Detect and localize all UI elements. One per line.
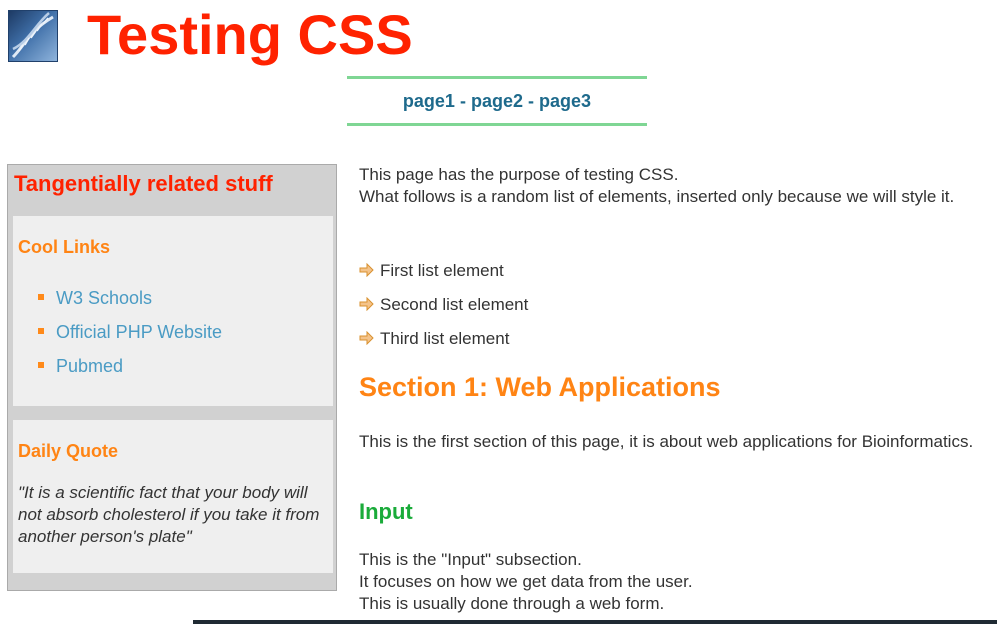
cool-links-heading: Cool Links — [18, 237, 111, 257]
intro-text: This page has the purpose of testing CSS… — [359, 164, 979, 208]
daily-quote-heading: Daily Quote — [18, 441, 119, 461]
link-php-website[interactable]: Official PHP Website — [56, 322, 222, 342]
list-item-label: Second list element — [380, 295, 529, 314]
arrow-right-icon — [359, 296, 374, 311]
page: Testing CSS page1 - page2 - page3 Tangen… — [0, 0, 997, 624]
cool-links-box: Cool Links W3 Schools Official PHP Websi… — [13, 216, 333, 406]
cool-links-list: W3 Schools Official PHP Website Pubmed — [38, 281, 222, 383]
nav-bar: page1 - page2 - page3 — [347, 76, 647, 126]
list-item: First list element — [359, 254, 528, 288]
arrow-right-icon — [359, 262, 374, 277]
list-item-label: Third list element — [380, 329, 510, 348]
input-line: This is usually done through a web form. — [359, 594, 665, 613]
nav-link-page2[interactable]: page2 — [471, 91, 523, 111]
link-w3schools[interactable]: W3 Schools — [56, 288, 152, 308]
square-bullet-icon — [38, 362, 44, 369]
daily-quote-box: Daily Quote "It is a scientific fact tha… — [13, 420, 333, 573]
nav-separator: - — [459, 91, 466, 111]
input-heading: Input — [359, 499, 413, 524]
element-list: First list element Second list element T… — [359, 254, 528, 356]
intro-line: What follows is a random list of element… — [359, 187, 955, 206]
page-title: Testing CSS — [87, 3, 413, 66]
section1-heading: Section 1: Web Applications — [359, 372, 721, 402]
list-item: Pubmed — [38, 349, 222, 383]
arrow-right-icon — [359, 330, 374, 345]
square-bullet-icon — [38, 328, 44, 335]
nav-separator: - — [528, 91, 535, 111]
list-item: W3 Schools — [38, 281, 222, 315]
input-line: It focuses on how we get data from the u… — [359, 572, 693, 591]
sidebar-title: Tangentially related stuff — [14, 171, 273, 196]
dna-helix-icon — [8, 10, 58, 62]
taskbar-edge — [193, 620, 997, 624]
input-text: This is the "Input" subsection. It focus… — [359, 549, 979, 615]
input-line: This is the "Input" subsection. — [359, 550, 582, 569]
list-item: Official PHP Website — [38, 315, 222, 349]
daily-quote-text: "It is a scientific fact that your body … — [18, 483, 320, 546]
sidebar: Tangentially related stuff Cool Links W3… — [7, 164, 337, 591]
nav-link-page3[interactable]: page3 — [539, 91, 591, 111]
list-item-label: First list element — [380, 261, 504, 280]
nav-link-page1[interactable]: page1 — [403, 91, 455, 111]
list-item: Third list element — [359, 322, 528, 356]
list-item: Second list element — [359, 288, 528, 322]
section1-text: This is the first section of this page, … — [359, 432, 974, 451]
square-bullet-icon — [38, 294, 44, 301]
intro-line: This page has the purpose of testing CSS… — [359, 165, 679, 184]
link-pubmed[interactable]: Pubmed — [56, 356, 123, 376]
